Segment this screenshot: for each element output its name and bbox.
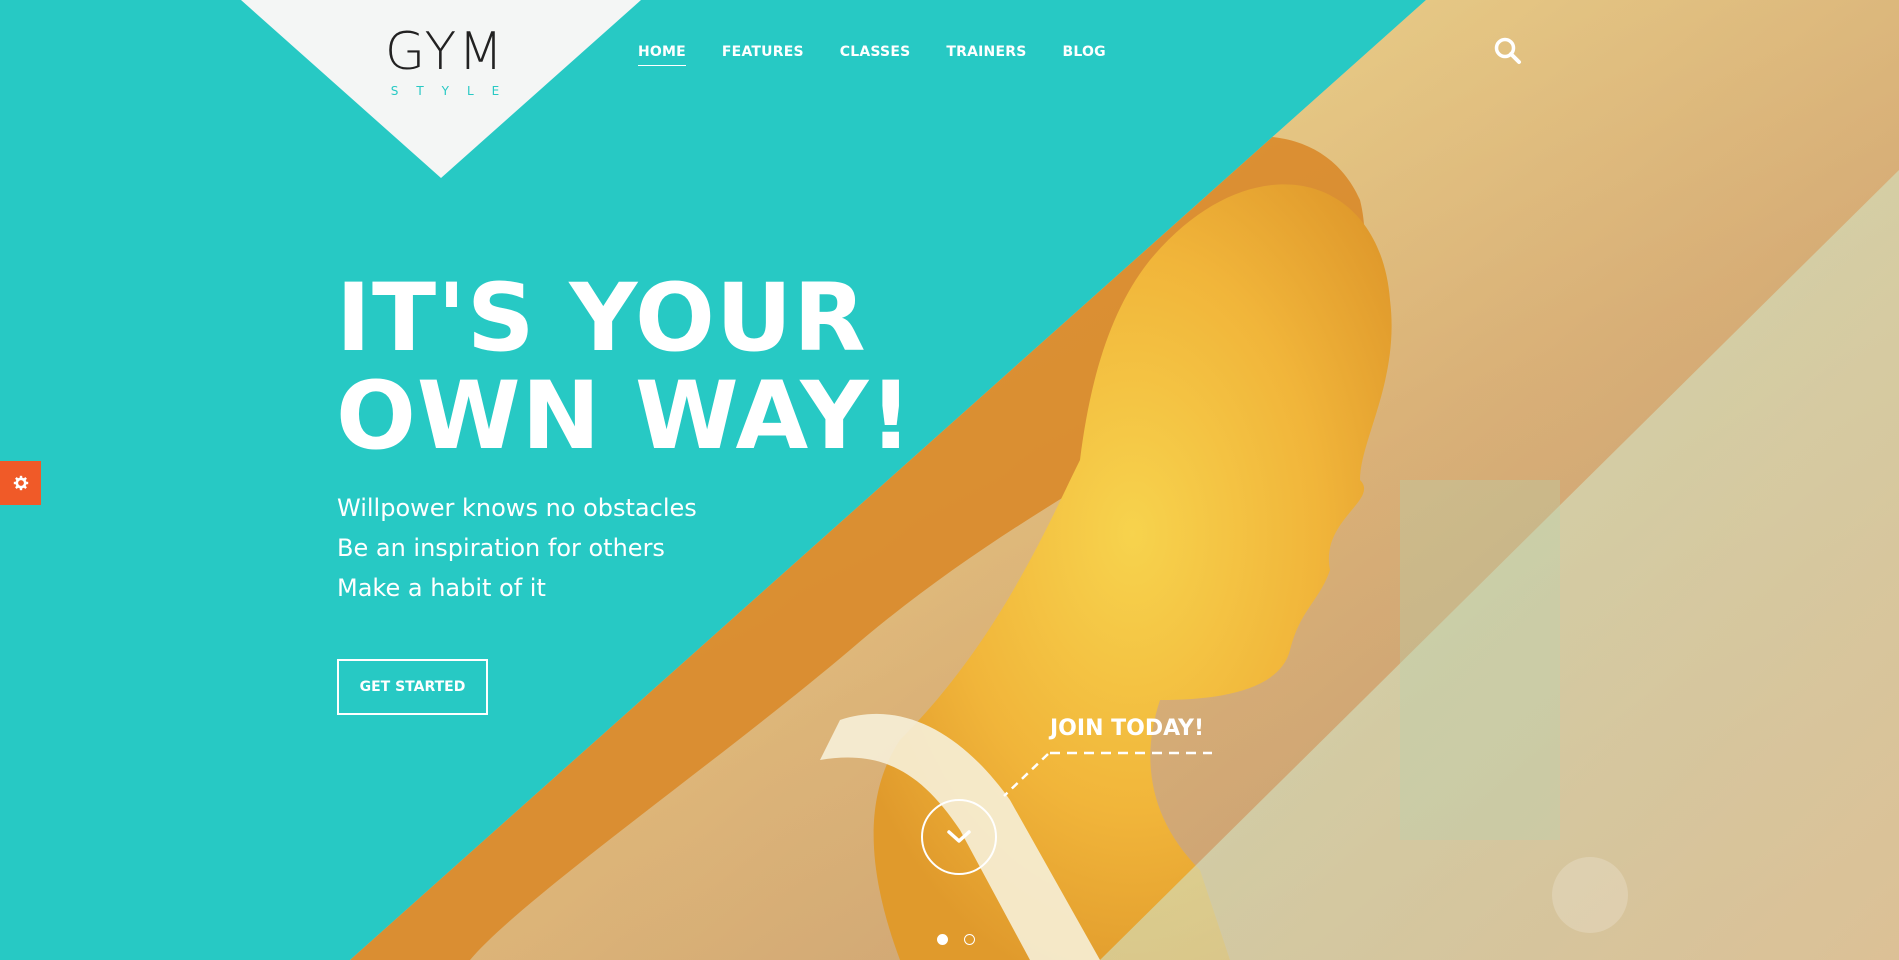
headline-line-1: IT'S YOUR: [336, 264, 867, 373]
hero-taglines: Willpower knows no obstacles Be an inspi…: [337, 488, 697, 608]
nav-item-features[interactable]: FEATURES: [722, 44, 804, 66]
brand-subtitle: STYLE: [390, 84, 518, 98]
nav-item-trainers[interactable]: TRAINERS: [946, 44, 1026, 66]
headline-line-2: OWN WAY!: [336, 362, 914, 471]
join-dashed-pointer: [1003, 751, 1212, 797]
hero-section: GYM STYLE HOME FEATURES CLASSES TRAINERS…: [0, 0, 1899, 960]
hero-headline: IT'S YOUR OWN WAY!: [336, 270, 913, 466]
brand-name: GYM: [384, 22, 506, 82]
main-nav: HOME FEATURES CLASSES TRAINERS BLOG: [638, 44, 1106, 66]
join-today-label[interactable]: JOIN TODAY!: [1050, 716, 1204, 741]
settings-button[interactable]: [0, 461, 41, 505]
nav-item-home[interactable]: HOME: [638, 44, 686, 66]
slider-dot-2[interactable]: [964, 934, 975, 945]
tagline-2: Be an inspiration for others: [337, 534, 665, 562]
get-started-button[interactable]: GET STARTED: [337, 659, 488, 715]
search-button[interactable]: [1493, 36, 1523, 66]
slider-dot-1[interactable]: [937, 934, 948, 945]
search-icon: [1494, 37, 1521, 64]
tagline-1: Willpower knows no obstacles: [337, 494, 697, 522]
scroll-down-button[interactable]: [921, 799, 997, 875]
chevron-down-icon: [947, 830, 971, 843]
nav-item-classes[interactable]: CLASSES: [840, 44, 911, 66]
tagline-3: Make a habit of it: [337, 574, 546, 602]
slider-pagination: [937, 934, 975, 945]
brand-logo[interactable]: GYM STYLE: [370, 22, 520, 108]
nav-item-blog[interactable]: BLOG: [1063, 44, 1106, 66]
gear-icon: [13, 475, 28, 491]
